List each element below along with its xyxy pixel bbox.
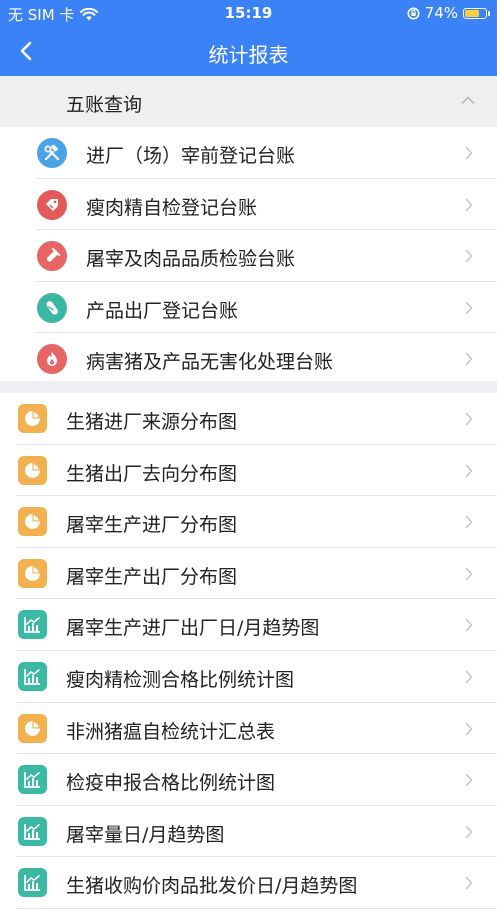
chevron-right-icon [465,412,473,426]
report-item-label: 生猪出厂去向分布图 [66,462,238,485]
report-item[interactable]: 生猪出厂去向分布图 [0,444,497,497]
chevron-right-icon [465,198,473,211]
chevron-up-icon [461,96,475,104]
ledger-item[interactable]: 产品出厂登记台账 [0,281,497,334]
ledger-item-label: 屠宰及肉品品质检验台账 [86,248,296,271]
report-item[interactable]: 生猪进厂来源分布图 [0,393,497,445]
section-title: 五账查询 [66,94,143,116]
report-item[interactable]: 屠宰生产进厂出厂日/月趋势图 [0,599,497,651]
report-item-label: 非洲猪瘟自检统计汇总表 [66,720,276,743]
ledger-item[interactable]: 进厂（场）宰前登记台账 [0,127,497,179]
tag-icon [37,189,67,220]
report-item[interactable]: 屠宰生产出厂分布图 [0,547,497,600]
chevron-right-icon [465,825,473,838]
ledger-item[interactable]: 病害猪及产品无害化处理台账 [0,333,497,385]
ledger-item-label: 进厂（场）宰前登记台账 [86,145,296,167]
battery-icon [463,7,490,19]
ledger-item[interactable]: 瘦肉精自检登记台账 [0,178,497,231]
pie-chart-icon [18,558,47,588]
ledger-item[interactable]: 屠宰及肉品品质检验台账 [0,230,497,282]
report-item-label: 生猪进厂来源分布图 [66,411,238,433]
chevron-right-icon [465,567,473,580]
trend-chart-icon [18,816,47,846]
pie-chart-icon [18,713,47,743]
report-item[interactable]: 瘦肉精检测合格比例统计图 [0,650,497,703]
ledger-list: 进厂（场）宰前登记台账 瘦肉精自检登记台账屠宰及肉品品质检验台账 产品出厂登记台账病… [0,127,497,385]
report-item-label: 生猪收购价肉品批发价日/月趋势图 [66,875,358,898]
chevron-right-icon [465,249,473,263]
tools-icon [37,138,67,168]
report-item[interactable]: 非洲猪瘟自检统计汇总表 [0,702,497,755]
report-item-label: 瘦肉精检测合格比例统计图 [66,668,295,691]
report-item[interactable]: 检疫申报合格比例统计图 [0,754,497,806]
report-item[interactable]: 屠宰量日/月趋势图 [0,805,497,858]
report-item-label: 检疫申报合格比例统计图 [66,772,276,795]
trend-chart-icon [18,765,47,795]
pie-chart-icon [18,455,47,485]
battery-percent: 74% [424,4,458,22]
section-header-five-ledgers[interactable]: 五账查询 [0,76,497,127]
report-item[interactable]: 生猪收购价肉品批发价日/月趋势图 [0,857,497,909]
report-list: 生猪进厂来源分布图 生猪出厂去向分布图 屠宰生产进厂分布图 屠宰生产出厂分布图屠宰生产… [0,393,497,909]
chevron-right-icon [465,722,473,735]
trend-chart-icon [18,661,47,691]
pie-chart-icon [18,404,47,433]
page-title: 统计报表 [208,43,289,67]
ledger-item-label: 瘦肉精自检登记台账 [86,196,258,219]
section-divider [0,381,497,393]
battery-fill [465,9,480,17]
chevron-right-icon [465,146,473,160]
capsule-icon [37,292,67,323]
chevron-right-icon [465,464,473,477]
report-item-label: 屠宰生产进厂分布图 [66,514,238,537]
ledger-item-label: 产品出厂登记台账 [86,299,239,322]
report-item-label: 屠宰生产进厂出厂日/月趋势图 [66,617,320,640]
chevron-right-icon [465,515,473,529]
status-right: 74% [407,4,490,22]
navigation-bar: 统计报表 [0,26,497,76]
chevron-right-icon [465,301,473,314]
report-item-label: 屠宰生产出厂分布图 [66,565,238,588]
pie-chart-icon [18,507,47,537]
test-tube-icon [37,241,67,272]
ledger-item-label: 病害猪及产品无害化处理台账 [86,351,334,374]
fire-icon [37,344,67,375]
chevron-right-icon [465,877,473,890]
orientation-lock-icon [407,7,420,19]
chevron-right-icon [465,670,473,684]
chevron-right-icon [465,773,473,787]
report-item[interactable]: 屠宰生产进厂分布图 [0,496,497,548]
status-bar: 无 SIM 卡 15:19 74% [0,0,497,26]
chevron-right-icon [465,353,473,366]
chevron-right-icon [465,619,473,632]
trend-chart-icon [18,610,47,640]
report-item-label: 屠宰量日/月趋势图 [66,823,225,846]
